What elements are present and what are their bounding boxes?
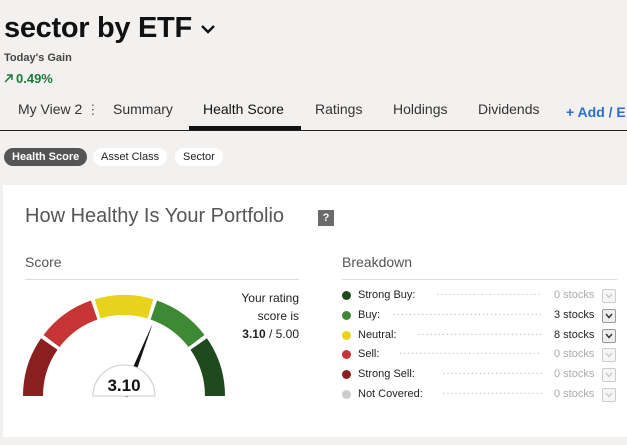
chevron-down-icon[interactable] bbox=[602, 289, 616, 303]
chevron-down-icon[interactable] bbox=[602, 388, 616, 402]
breakdown-label: Neutral: bbox=[358, 328, 397, 341]
score-section-title: Score bbox=[25, 254, 62, 270]
rating-dot-icon bbox=[342, 291, 351, 300]
breakdown-label: Strong Buy: bbox=[358, 289, 416, 301]
tab-dividends[interactable]: Dividends bbox=[478, 101, 539, 117]
gauge-segment-strong-buy bbox=[190, 338, 226, 397]
tab-health-score[interactable]: Health Score bbox=[203, 101, 284, 117]
breakdown-label: Buy: bbox=[358, 308, 381, 321]
breakdown-section-title: Breakdown bbox=[342, 254, 413, 270]
breakdown-row-neutral[interactable]: Neutral:................................… bbox=[342, 325, 627, 345]
active-tab-indicator bbox=[189, 126, 301, 130]
breakdown-row-strong-buy[interactable]: Strong Buy:.............................… bbox=[342, 286, 627, 305]
breakdown-divider bbox=[342, 279, 617, 280]
pill-health-score[interactable]: Health Score bbox=[4, 148, 88, 166]
pill-asset-class[interactable]: Asset Class bbox=[93, 148, 168, 166]
tab-holdings[interactable]: Holdings bbox=[393, 101, 447, 117]
more-vertical-icon[interactable]: ⋮ bbox=[86, 102, 99, 118]
todays-gain-value: 0.49% bbox=[4, 71, 53, 86]
breakdown-row-buy[interactable]: Buy:....................................… bbox=[342, 305, 627, 325]
dot-leader: ........................................… bbox=[417, 325, 542, 338]
breakdown-label: Sell: bbox=[358, 348, 380, 361]
dot-leader: ........................................… bbox=[436, 286, 542, 298]
chevron-down-icon[interactable] bbox=[602, 368, 616, 383]
rating-dot-icon bbox=[342, 370, 351, 380]
rating-dot-icon bbox=[342, 390, 351, 399]
tab-summary[interactable]: Summary bbox=[113, 101, 173, 117]
gauge-segment-buy bbox=[150, 300, 205, 348]
dot-leader: ........................................… bbox=[399, 345, 542, 358]
breakdown-count: 0 stocks bbox=[554, 348, 595, 361]
pill-sector[interactable]: Sector bbox=[175, 148, 223, 166]
todays-gain-label: Today's Gain bbox=[4, 52, 72, 64]
chevron-down-icon[interactable] bbox=[200, 24, 216, 34]
breakdown-row-sell[interactable]: Sell:...................................… bbox=[342, 345, 627, 364]
rating-dot-icon bbox=[342, 330, 351, 340]
breakdown-count: 3 stocks bbox=[554, 308, 595, 321]
dot-leader: ........................................… bbox=[392, 305, 542, 318]
arrow-up-right-icon bbox=[4, 74, 13, 83]
breakdown-row-not-covered[interactable]: Not Covered:............................… bbox=[342, 385, 627, 404]
gauge-segment-neutral bbox=[94, 295, 154, 319]
dot-leader: ........................................… bbox=[442, 385, 542, 397]
health-score-gauge: 3.10 bbox=[23, 295, 226, 398]
breakdown-count: 8 stocks bbox=[554, 328, 595, 341]
breakdown-count: 0 stocks bbox=[554, 289, 595, 301]
gauge-segment-sell bbox=[43, 300, 98, 348]
add-edit-tab-button[interactable]: + Add / E bbox=[566, 104, 626, 120]
tab-my-view-2[interactable]: My View 2 ⋮ bbox=[18, 101, 99, 118]
gauge-segment-strong-sell bbox=[23, 338, 58, 397]
chevron-down-icon[interactable] bbox=[602, 308, 616, 323]
tab-ratings[interactable]: Ratings bbox=[315, 101, 362, 117]
tab-bar: My View 2 ⋮ Summary Health Score Ratings … bbox=[0, 96, 627, 131]
rating-text: Your rating score is 3.10 / 5.00 bbox=[241, 291, 299, 341]
breakdown-label: Not Covered: bbox=[358, 388, 423, 400]
gain-percent: 0.49% bbox=[16, 71, 53, 86]
chevron-down-icon[interactable] bbox=[602, 328, 616, 343]
health-score-card: How Healthy Is Your Portfolio ? Score Br… bbox=[3, 185, 627, 437]
rating-max: 5.00 bbox=[275, 327, 299, 341]
chevron-down-icon[interactable] bbox=[602, 348, 616, 363]
help-icon[interactable]: ? bbox=[318, 210, 334, 226]
breakdown-count: 0 stocks bbox=[554, 368, 595, 381]
score-divider bbox=[25, 279, 299, 280]
portfolio-title: sector by ETF bbox=[4, 12, 192, 44]
breakdown-label: Strong Sell: bbox=[358, 368, 415, 381]
card-title: How Healthy Is Your Portfolio bbox=[25, 205, 285, 227]
breakdown-row-strong-sell[interactable]: Strong Sell:............................… bbox=[342, 365, 627, 384]
rating-score: 3.10 bbox=[242, 327, 266, 341]
breakdown-count: 0 stocks bbox=[554, 388, 595, 400]
portfolio-title-row[interactable]: sector by ETF bbox=[4, 12, 216, 45]
gauge-score-value: 3.10 bbox=[107, 376, 140, 395]
dot-leader: ........................................… bbox=[442, 365, 542, 378]
rating-dot-icon bbox=[342, 310, 351, 320]
rating-dot-icon bbox=[342, 350, 351, 360]
